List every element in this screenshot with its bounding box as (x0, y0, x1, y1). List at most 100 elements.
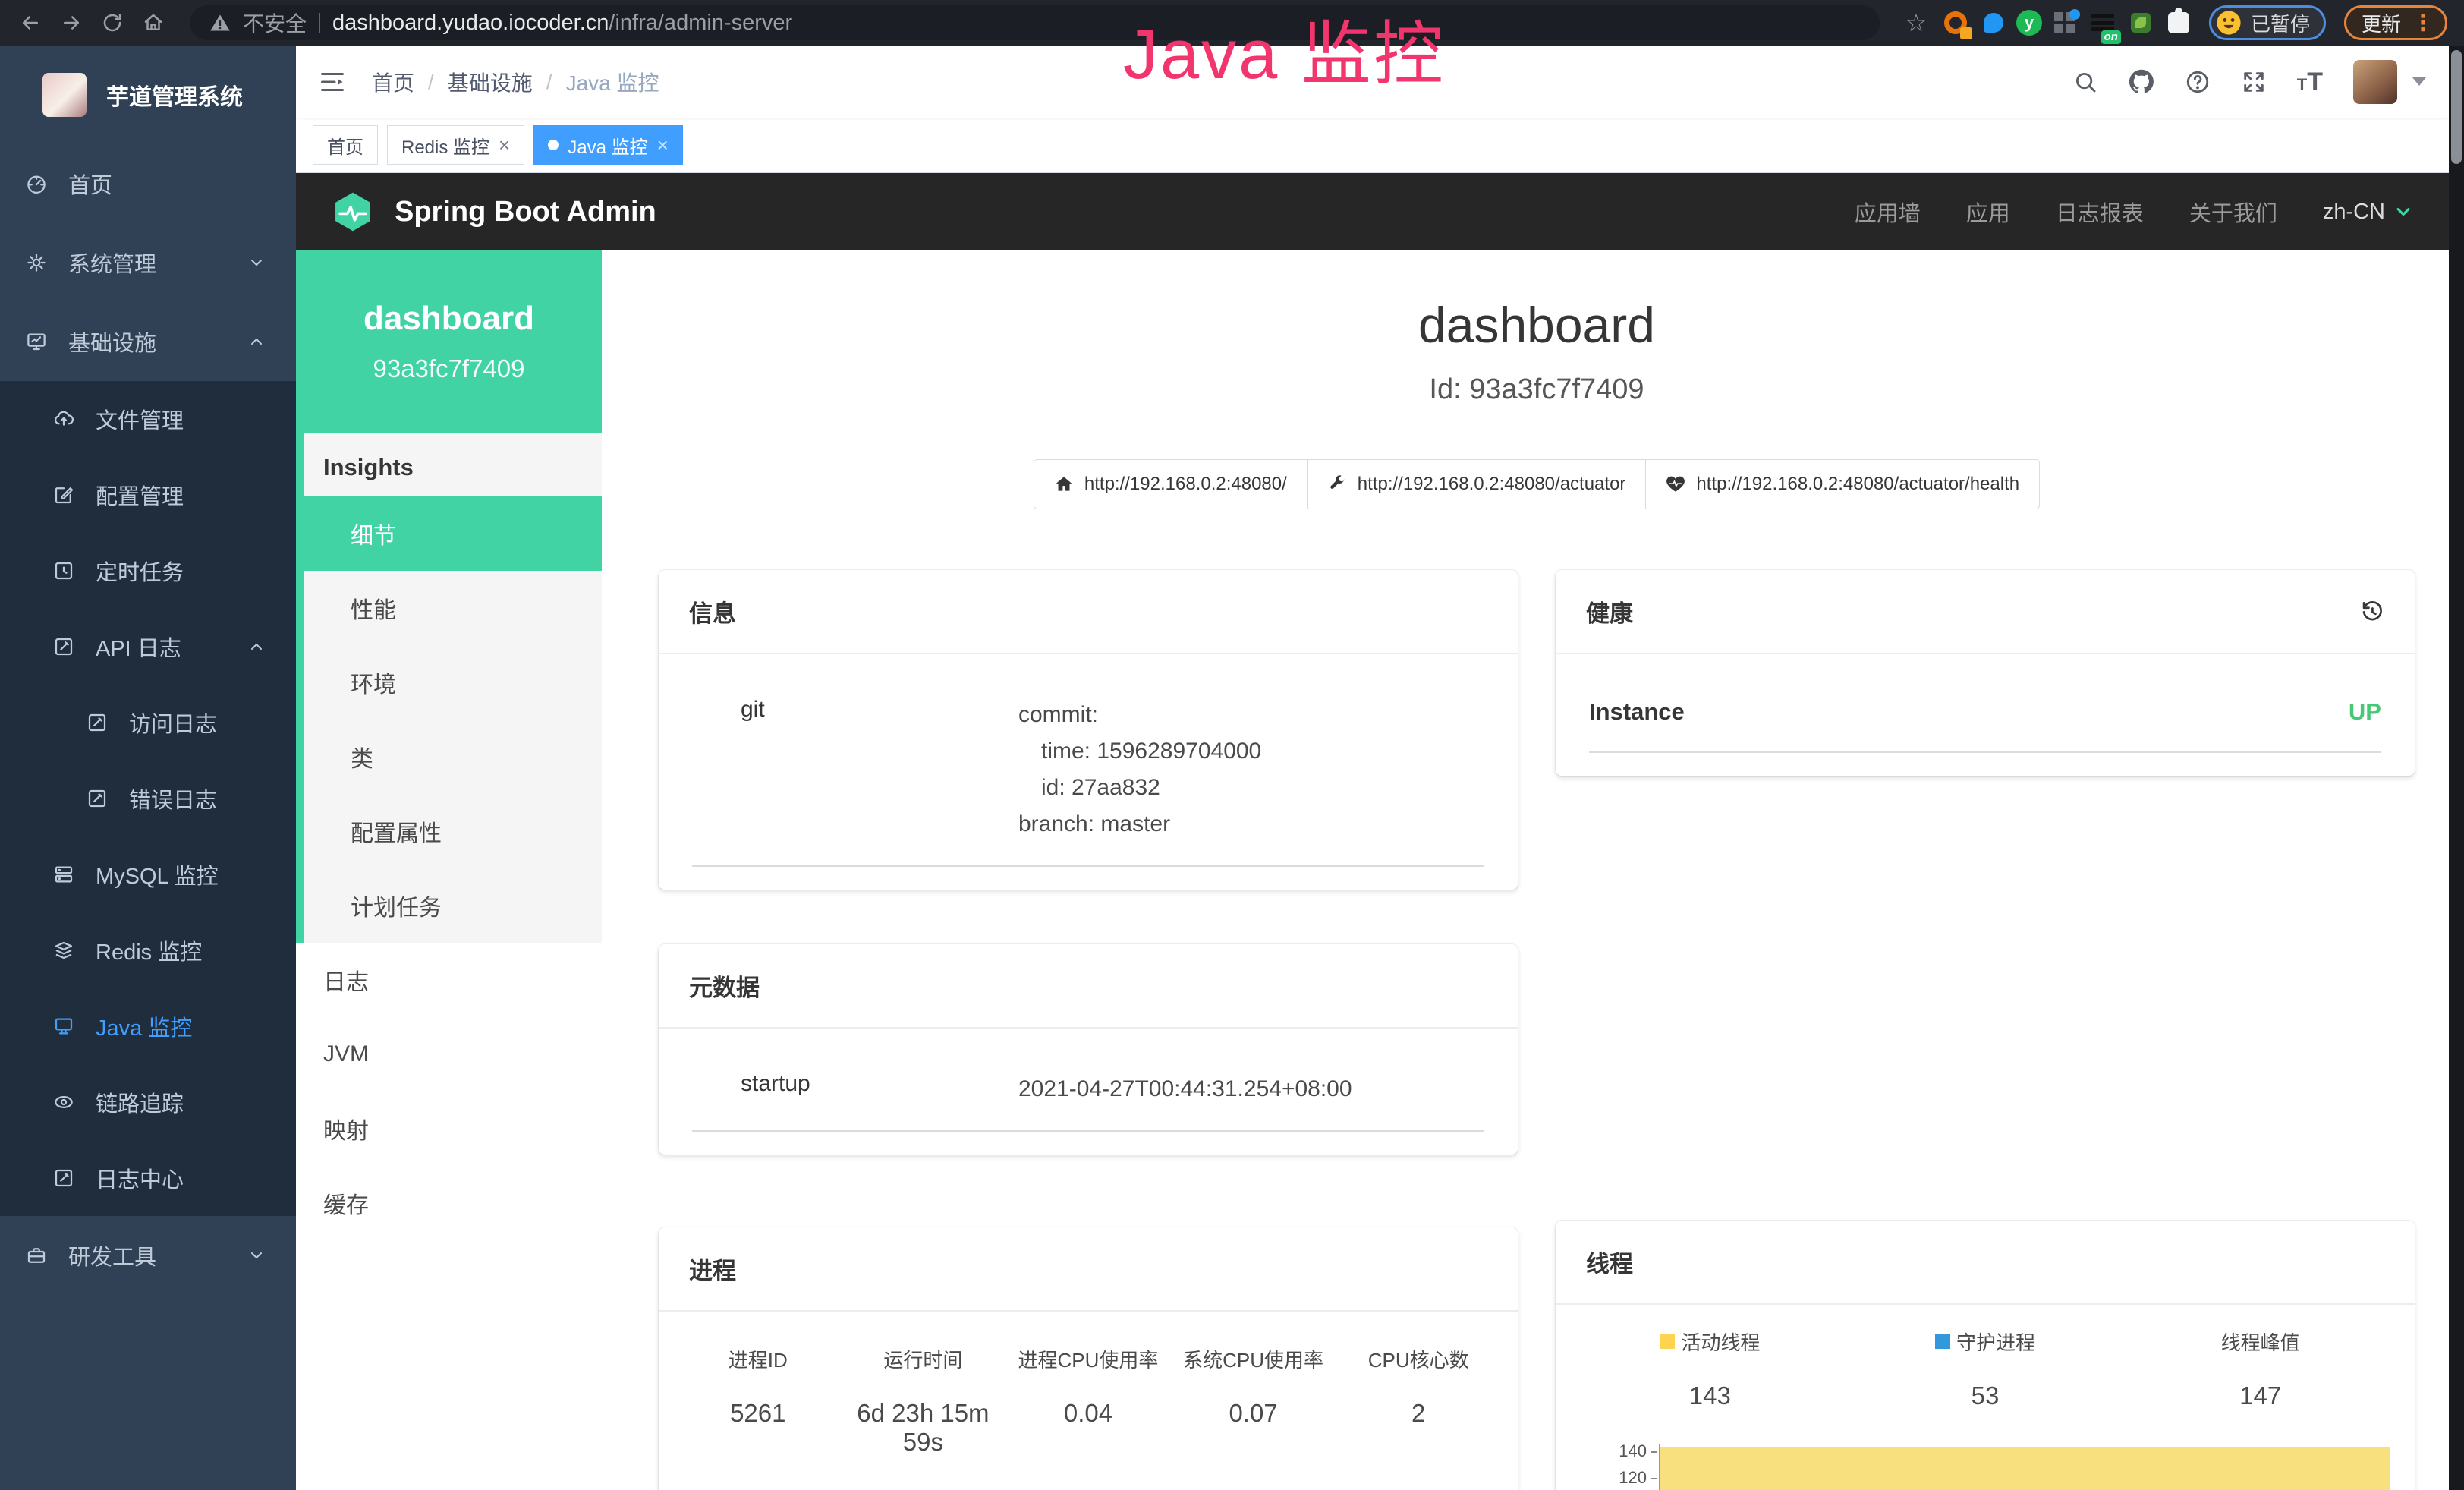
github-icon[interactable] (2129, 69, 2154, 95)
actuator-url-button[interactable]: http://192.168.0.2:48080/actuator (1307, 459, 1647, 509)
sidebar-item-config-manage[interactable]: 配置管理 (0, 457, 296, 533)
sidebar-item-label: 研发工具 (68, 1240, 247, 1271)
breadcrumb-separator: / (428, 70, 434, 94)
extension-icon-orange[interactable] (1940, 8, 1971, 38)
sba-item-logs[interactable]: 日志 (296, 943, 602, 1017)
timer-icon (52, 559, 76, 583)
search-icon[interactable] (2072, 69, 2098, 95)
stat-live-threads: 活动线程 143 (1572, 1328, 1848, 1410)
sba-item-jvm[interactable]: JVM (296, 1017, 602, 1092)
page-title: dashboard (659, 296, 2415, 355)
back-icon[interactable] (14, 6, 47, 39)
sidebar-item-redis-monitor[interactable]: Redis 监控 (0, 912, 296, 988)
chart-plot-area (1659, 1444, 2390, 1490)
help-icon[interactable] (2185, 69, 2211, 95)
breadcrumb-item-infrastructure[interactable]: 基础设施 (448, 67, 533, 97)
extension-icon-adblock[interactable]: on (2088, 8, 2118, 38)
browser-update-button[interactable]: 更新 ⋮ (2344, 5, 2447, 40)
sidebar-item-java-monitor[interactable]: Java 监控 (0, 988, 296, 1064)
hamburger-icon[interactable] (319, 67, 349, 97)
reload-icon[interactable] (96, 6, 129, 39)
scrollbar-thumb[interactable] (2451, 50, 2462, 164)
security-label[interactable]: 不安全 (243, 8, 307, 38)
sba-section-label: Insights (304, 433, 602, 496)
sba-item-details[interactable]: 细节 (296, 496, 602, 571)
sidebar-submenu-infrastructure: 文件管理 配置管理 定时任务 API 日志 访问日志 错误日志 (0, 381, 296, 1216)
close-icon[interactable]: × (657, 135, 669, 155)
sidebar-item-mysql-monitor[interactable]: MySQL 监控 (0, 836, 296, 912)
sidebar-item-label: 错误日志 (129, 783, 296, 814)
page-scrollbar[interactable] (2449, 46, 2464, 1490)
sidebar-item-access-log[interactable]: 访问日志 (0, 685, 296, 761)
app-window: 芋道管理系统 首页 系统管理 基础设施 文件管理 配置管理 (0, 46, 2449, 1490)
sba-item-metrics[interactable]: 性能 (304, 571, 602, 645)
health-url-button[interactable]: http://192.168.0.2:48080/actuator/health (1645, 459, 2040, 509)
sba-nav-about[interactable]: 关于我们 (2189, 196, 2277, 228)
tab-java-monitor[interactable]: Java 监控 × (533, 125, 683, 165)
history-icon[interactable] (2359, 598, 2384, 624)
sba-item-caches[interactable]: 缓存 (296, 1166, 602, 1240)
sba-item-environment[interactable]: 环境 (304, 645, 602, 720)
sidebar-item-infrastructure[interactable]: 基础设施 (0, 302, 296, 381)
sba-header: Spring Boot Admin 应用墙 应用 日志报表 关于我们 zh-CN (296, 173, 2449, 250)
address-bar[interactable]: 不安全 dashboard.yudao.iocoder.cn/infra/adm… (190, 5, 1880, 40)
sidebar-item-api-log[interactable]: API 日志 (0, 609, 296, 685)
sba-nav-journal[interactable]: 日志报表 (2056, 196, 2144, 228)
sidebar-item-label: 基础设施 (68, 326, 247, 358)
cloud-upload-icon (52, 407, 76, 431)
extension-icon-puzzle[interactable] (2163, 8, 2194, 38)
user-avatar[interactable] (2353, 60, 2397, 104)
extension-icon-green-y[interactable]: y (2016, 10, 2042, 36)
stat-cpu-cores: CPU核心数 2 (1336, 1345, 1501, 1457)
app-logo[interactable]: 芋道管理系统 (0, 46, 296, 144)
instance-header[interactable]: dashboard 93a3fc7f7409 (296, 250, 602, 433)
health-row[interactable]: Instance UP (1589, 677, 2381, 753)
url-text[interactable]: dashboard.yudao.iocoder.cn/infra/admin-s… (332, 11, 792, 36)
extension-icon-grid[interactable] (2050, 8, 2080, 38)
tab-redis-monitor[interactable]: Redis 监控 × (387, 125, 524, 165)
dashboard-gauge-icon (24, 172, 49, 196)
profile-paused-badge[interactable]: 已暂停 (2209, 5, 2326, 40)
address-divider (319, 13, 320, 33)
caret-down-icon[interactable] (2412, 77, 2426, 86)
stat-system-cpu: 系统CPU使用率 0.07 (1171, 1345, 1336, 1457)
eye-icon (52, 1090, 76, 1114)
sba-nav-applications[interactable]: 应用 (1966, 196, 2010, 228)
sba-nav-wallboard[interactable]: 应用墙 (1855, 196, 1921, 228)
sidebar-item-dev-tools[interactable]: 研发工具 (0, 1216, 296, 1295)
sba-brand-title[interactable]: Spring Boot Admin (395, 196, 656, 228)
card-process: 进程 进程ID 5261 运行时间 (659, 1227, 1518, 1490)
sba-item-classes[interactable]: 类 (304, 720, 602, 794)
sidebar-item-home[interactable]: 首页 (0, 144, 296, 223)
sba-item-mappings[interactable]: 映射 (296, 1092, 602, 1166)
tab-home[interactable]: 首页 (313, 125, 378, 165)
forward-icon[interactable] (55, 6, 88, 39)
annotation-java-monitor: Java 监控 (1123, 20, 1446, 90)
close-icon[interactable]: × (499, 135, 510, 155)
sidebar-item-file-manage[interactable]: 文件管理 (0, 381, 296, 457)
extension-icon-leaf[interactable] (2126, 8, 2156, 38)
sba-locale-select[interactable]: zh-CN (2323, 200, 2414, 225)
sidebar-item-tracing[interactable]: 链路追踪 (0, 1064, 296, 1140)
process-stats: 进程ID 5261 运行时间 6d 23h 15m 59s (675, 1334, 1501, 1472)
breadcrumb-item-home[interactable]: 首页 (372, 67, 414, 97)
sba-item-scheduled-tasks[interactable]: 计划任务 (304, 868, 602, 943)
bookmark-star-icon[interactable]: ☆ (1899, 6, 1933, 39)
sidebar-item-log-center[interactable]: 日志中心 (0, 1140, 296, 1216)
warning-icon (209, 12, 231, 33)
fullscreen-icon[interactable] (2241, 69, 2267, 95)
font-size-icon[interactable]: TT (2297, 69, 2323, 95)
app-sidebar: 芋道管理系统 首页 系统管理 基础设施 文件管理 配置管理 (0, 46, 296, 1490)
sba-item-config-props[interactable]: 配置属性 (304, 794, 602, 868)
service-url-button[interactable]: http://192.168.0.2:48080/ (1034, 459, 1308, 509)
sidebar-item-system[interactable]: 系统管理 (0, 223, 296, 302)
sidebar-item-scheduled-jobs[interactable]: 定时任务 (0, 533, 296, 609)
home-icon[interactable] (137, 6, 170, 39)
sidebar-item-error-log[interactable]: 错误日志 (0, 761, 296, 836)
log-edit-icon (85, 710, 109, 735)
thread-stats: 活动线程 143 守护进程 53 线程峰值 (1572, 1317, 2398, 1425)
chevron-up-icon (247, 332, 266, 351)
main-area: 首页 / 基础设施 / Java 监控 TT 首页 Redis (296, 46, 2449, 1490)
extension-icon-pin[interactable] (1978, 8, 2009, 38)
browser-menu-icon[interactable]: ⋮ (2412, 10, 2434, 36)
